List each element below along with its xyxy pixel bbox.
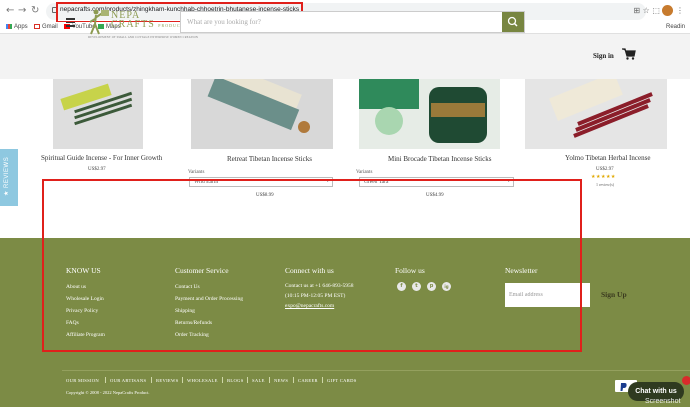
logo-figure-icon[interactable] — [88, 8, 110, 36]
footer-divider — [62, 370, 690, 371]
logo-text[interactable]: NEPA CRAFTS PRODUCT — [111, 11, 184, 30]
variants-label: Variants — [188, 170, 205, 175]
bottom-link-sale[interactable]: SALE — [252, 378, 265, 383]
bottom-link-career[interactable]: CAREER — [298, 378, 318, 383]
search-button[interactable] — [502, 12, 524, 32]
apps-icon — [6, 24, 12, 29]
menu-icon[interactable] — [66, 18, 75, 29]
bottom-separator — [322, 377, 323, 383]
product-image[interactable] — [359, 79, 500, 149]
bottom-link-news[interactable]: NEWS — [274, 378, 288, 383]
bookmark-apps[interactable]: Apps — [6, 24, 28, 30]
bottom-separator — [105, 377, 106, 383]
forward-icon[interactable]: → — [18, 5, 26, 16]
cart-icon[interactable] — [622, 48, 636, 60]
logo-tagline: DEVELOPMENT OF SMALL AND COTTAGE ENTERPR… — [88, 36, 199, 39]
product-name[interactable]: Retreat Tibetan Incense Sticks — [227, 155, 312, 163]
bottom-separator — [247, 377, 248, 383]
product-image[interactable] — [525, 79, 667, 149]
search-input[interactable] — [181, 12, 503, 32]
product-price: US$2.97 — [88, 167, 106, 172]
review-count[interactable]: 1 review(s) — [596, 182, 614, 187]
search-icon — [507, 16, 518, 27]
bottom-link-blogs[interactable]: BLOGS — [227, 378, 244, 383]
newsletter-signup-button[interactable]: Sign Up — [601, 290, 627, 299]
variants-label: Variants — [356, 170, 373, 175]
copyright-text: Copyright © 2008 - 2022 NepaCrafts Produ… — [66, 390, 150, 395]
incense-box-image — [207, 79, 310, 133]
product-image[interactable] — [53, 79, 143, 149]
bookmark-gmail[interactable]: Gmail — [34, 24, 58, 30]
content-highlight-box — [42, 179, 582, 352]
product-name[interactable]: Mini Brocade Tibetan Incense Sticks — [388, 155, 491, 163]
back-icon[interactable]: ← — [6, 5, 14, 16]
browser-extension-icons[interactable]: ⊞ ☆ ⬚ ⋮ — [633, 5, 684, 16]
bottom-separator — [222, 377, 223, 383]
bottom-link-gift-cards[interactable]: GIFT CARDS — [327, 378, 357, 383]
profile-avatar[interactable] — [662, 5, 674, 16]
site-header — [0, 34, 690, 79]
bottom-link-wholesale[interactable]: WHOLESALE — [187, 378, 218, 383]
bottom-link-artisans[interactable]: OUR ARTISANS — [110, 378, 146, 383]
product-name[interactable]: Spiritual Guide Incense - For Inner Grow… — [41, 154, 162, 162]
bottom-link-reviews[interactable]: REVIEWS — [156, 378, 179, 383]
product-name[interactable]: Yolmo Tibetan Herbal Incense — [565, 154, 650, 162]
reload-icon[interactable]: ↻ — [31, 5, 39, 16]
bottom-separator — [182, 377, 183, 383]
signin-link[interactable]: Sign in — [593, 52, 614, 60]
reviews-side-tab[interactable]: ★ REVIEWS — [0, 149, 18, 206]
gmail-icon — [34, 24, 40, 29]
incense-pack-image — [60, 83, 133, 126]
screenshot-watermark: Screenshot — [645, 398, 681, 405]
bottom-link-mission[interactable]: OUR MISSION — [66, 378, 99, 383]
bottom-separator — [293, 377, 294, 383]
herbal-incense-image — [548, 79, 653, 138]
product-image[interactable] — [191, 79, 333, 149]
bottom-separator — [151, 377, 152, 383]
search-bar — [180, 11, 525, 33]
brocade-incense-image — [359, 79, 487, 143]
notification-badge — [682, 376, 690, 385]
reading-list[interactable]: Readin — [666, 24, 685, 30]
bottom-separator — [269, 377, 270, 383]
product-price: US$2.97 — [596, 167, 614, 172]
rating-stars: ★★★★★ — [591, 175, 616, 180]
